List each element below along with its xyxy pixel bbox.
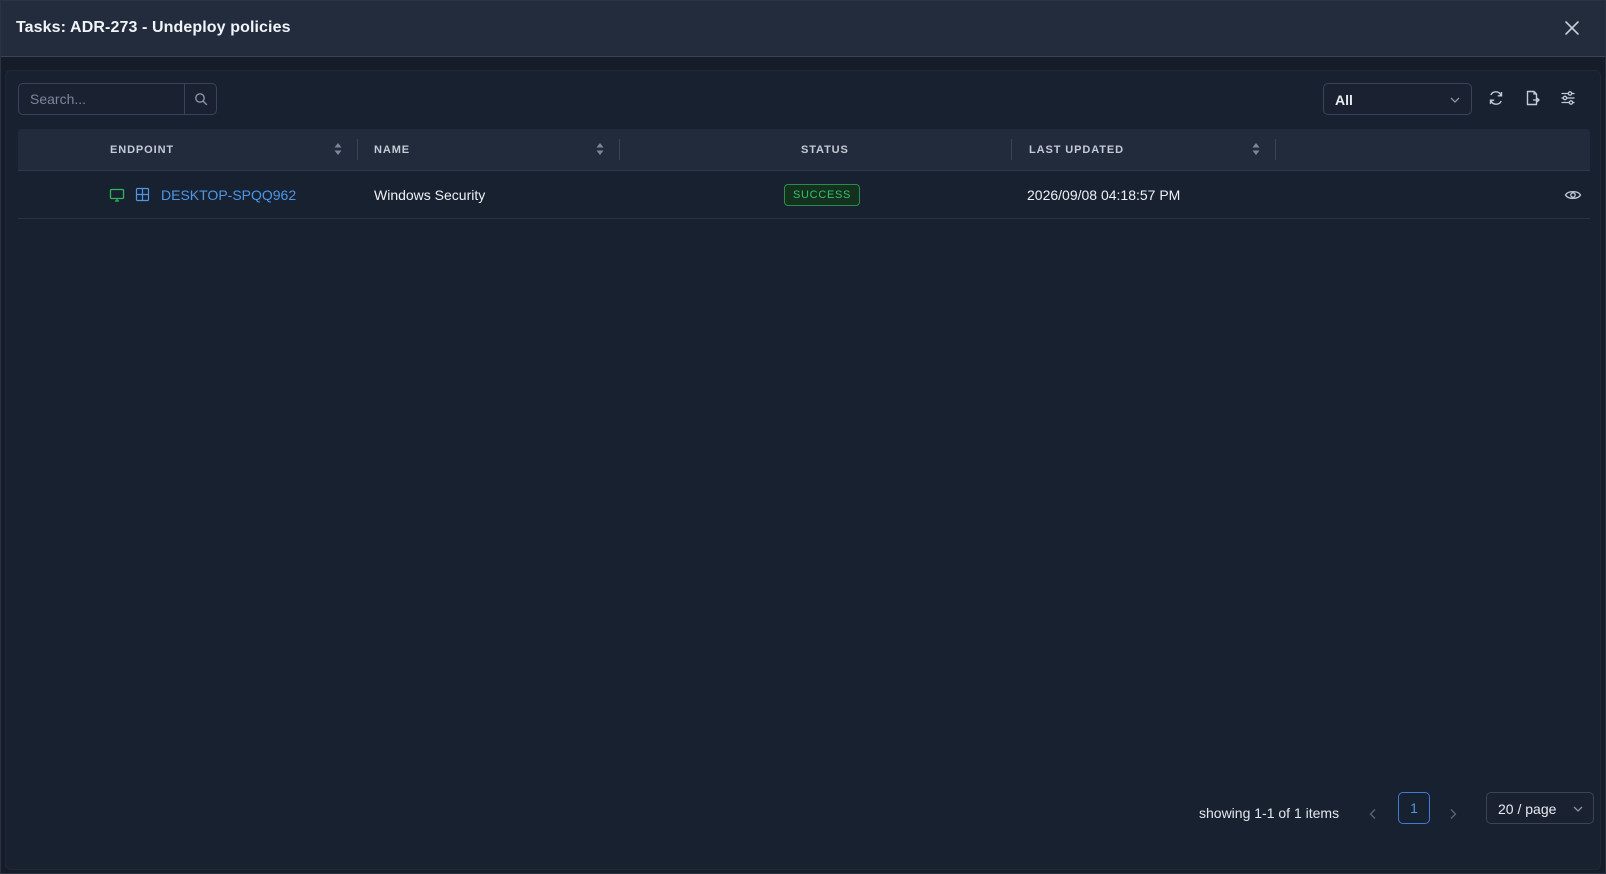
column-divider <box>357 139 358 160</box>
modal-header: Tasks: ADR-273 - Undeploy policies <box>1 1 1605 57</box>
chevron-left-icon[interactable] <box>1365 806 1381 822</box>
column-divider <box>1275 139 1276 160</box>
tasks-panel: All ENDPOINT NAME STATUS LAST UPDATED <box>5 70 1601 870</box>
table-row: DESKTOP-SPQQ962 Windows Security SUCCESS… <box>18 171 1590 219</box>
search-button[interactable] <box>184 84 216 114</box>
endpoint-link[interactable]: DESKTOP-SPQQ962 <box>161 187 296 203</box>
column-divider <box>1011 139 1012 160</box>
status-filter-value: All <box>1335 92 1353 108</box>
windows-icon <box>135 187 150 202</box>
status-badge: SUCCESS <box>784 184 861 206</box>
sort-icon[interactable] <box>1252 142 1260 156</box>
column-header-status: STATUS <box>801 144 849 156</box>
task-name: Windows Security <box>374 187 486 203</box>
sort-icon[interactable] <box>596 142 604 156</box>
column-settings-icon[interactable] <box>1557 87 1579 109</box>
page-size-select[interactable]: 20 / page <box>1486 792 1594 824</box>
column-divider <box>619 139 620 160</box>
tasks-table: ENDPOINT NAME STATUS LAST UPDATED DESKTO… <box>18 129 1590 219</box>
desktop-icon <box>109 188 125 202</box>
export-icon[interactable] <box>1521 87 1543 109</box>
page-size-value: 20 / page <box>1498 801 1557 817</box>
chevron-right-icon[interactable] <box>1445 806 1461 822</box>
last-updated: 2026/09/08 04:18:57 PM <box>1027 187 1181 203</box>
status-filter-select[interactable]: All <box>1323 83 1472 115</box>
column-header-endpoint[interactable]: ENDPOINT <box>110 144 174 156</box>
page-button[interactable]: 1 <box>1398 792 1430 824</box>
search-input[interactable] <box>19 84 185 114</box>
chevron-down-icon <box>1573 806 1583 812</box>
table-header: ENDPOINT NAME STATUS LAST UPDATED <box>18 129 1590 171</box>
search-box <box>18 83 217 115</box>
sort-icon[interactable] <box>334 142 342 156</box>
column-header-name[interactable]: NAME <box>374 144 410 156</box>
chevron-down-icon <box>1450 97 1460 103</box>
eye-icon[interactable] <box>1564 187 1582 203</box>
close-icon[interactable] <box>1561 17 1583 39</box>
column-header-last-updated[interactable]: LAST UPDATED <box>1029 144 1124 156</box>
modal-title: Tasks: ADR-273 - Undeploy policies <box>16 19 291 36</box>
refresh-icon[interactable] <box>1485 87 1507 109</box>
pagination-info: showing 1-1 of 1 items <box>1199 805 1340 821</box>
search-icon <box>194 93 207 106</box>
tasks-modal: Tasks: ADR-273 - Undeploy policies All <box>0 0 1606 874</box>
